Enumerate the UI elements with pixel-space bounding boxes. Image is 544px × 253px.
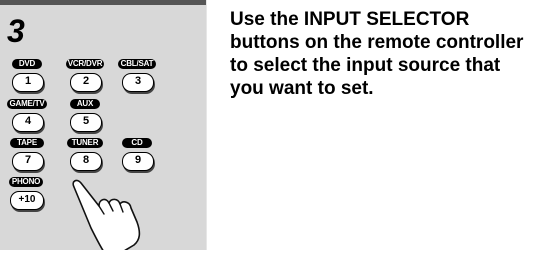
- remote-illustration-panel: 3 DVD 1 VCR/DVR 2 CBL/SAT 3 GAME/TV 4 AU…: [0, 0, 207, 250]
- instruction-text: Use the INPUT SELECTOR buttons on the re…: [230, 9, 524, 99]
- pointing-hand-icon: [72, 179, 141, 250]
